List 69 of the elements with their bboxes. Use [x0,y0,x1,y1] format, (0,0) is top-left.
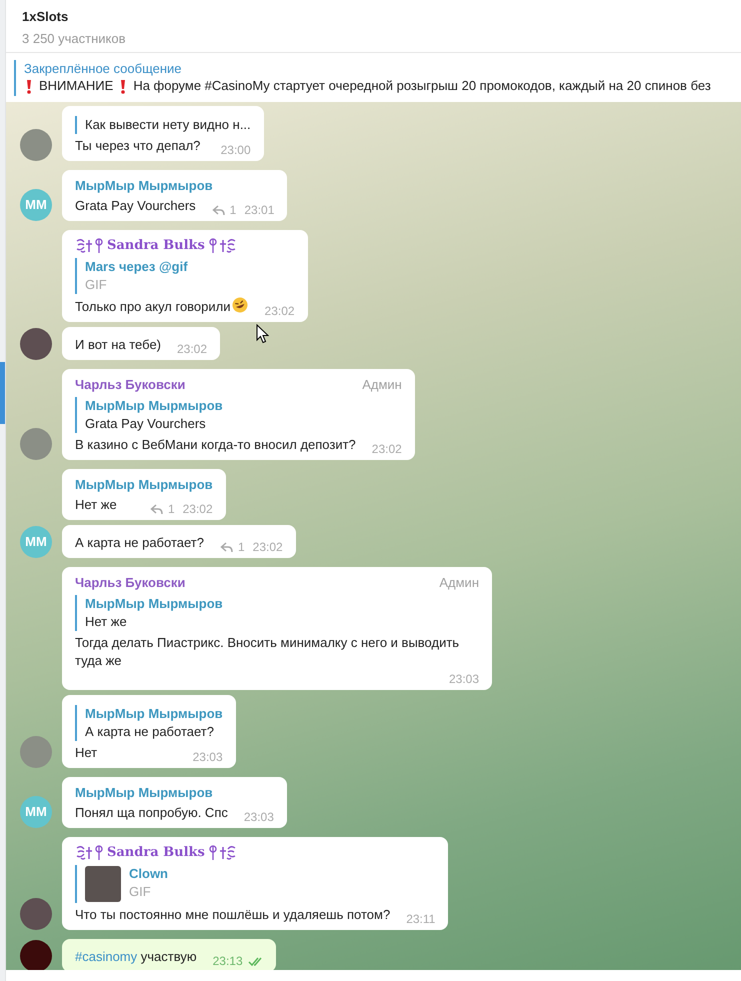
message-time: 23:02 [182,502,213,516]
avatar-photo[interactable] [20,940,52,970]
laughing-emoji-icon [232,297,249,314]
message-text: А карта не работает? [75,534,204,552]
sender-name[interactable]: Чарльз Буковски [75,376,186,394]
message-time: 23:00 [220,143,251,157]
sender-name[interactable]: МырМыр Мырмыров [75,476,213,494]
quoted-text: GIF [85,276,108,294]
sender-name[interactable]: Sandra Bulks [107,844,205,862]
message-text: Только про акул говорили [75,297,249,316]
quoted-text: Grata Pay Vourchers [85,415,207,433]
quoted-sender: МырМыр Мырмыров [85,595,223,613]
active-indicator [0,362,5,424]
avatar-photo[interactable] [20,898,52,930]
message-text: Тогда делать Пиастрикс. Вносить минималку с него и выводить туда же [75,634,460,670]
avatar[interactable]: MM [20,189,52,221]
avatar[interactable]: MM [20,526,52,558]
reply-count[interactable]: 1 [168,502,175,516]
member-count: 3 250 участников [22,30,127,48]
message-text: И вот на тебе) [75,336,161,354]
reply-arrow-icon [212,204,225,216]
pinned-title: Закреплённое сообщение [24,60,183,77]
reply-count[interactable]: 1 [238,540,245,554]
quoted-text: GIF [129,883,152,901]
ornament-icon [75,844,105,862]
message-time: 23:03 [244,810,274,824]
avatar[interactable]: MM [20,796,52,828]
message-text: Нет же [75,496,117,514]
reply-arrow-icon [220,541,233,553]
quoted-text: Как вывести нету видно н... [85,116,251,134]
message-time: 23:02 [264,304,295,318]
message-text: Что ты постоянно мне пошлёшь и удаляешь потом? [75,906,390,924]
message-time: 23:01 [244,203,274,217]
chat-title: 1xSlots [22,8,70,26]
sender-name[interactable]: Чарльз Буковски [75,574,186,592]
message-time: 23:03 [448,672,479,686]
reply-arrow-icon [150,503,163,515]
pinned-text: ВНИМАНИЕ [39,77,114,95]
ornament-icon [206,237,237,255]
message-text: В казино с ВебМани когда-то вносил депозит? [75,436,356,454]
avatar-photo[interactable] [20,328,52,360]
message-text: Нет [75,744,98,762]
sender-name[interactable]: МырМыр Мырмыров [75,177,213,195]
admin-label: Админ [439,574,479,592]
mouse-pointer-icon [256,324,269,344]
message-time: 23:03 [192,750,223,764]
message-time: 23:02 [252,540,283,554]
exclamation-icon [24,78,34,94]
message-time: 23:13 [212,954,243,968]
sender-name[interactable]: Sandra Bulks [107,237,205,255]
quoted-text: Нет же [85,613,128,631]
message-time: 23:02 [177,342,208,356]
message-time: 23:11 [406,912,436,926]
quoted-sender: Clown [129,865,168,883]
message-text: Grata Pay Vourchers [75,197,196,215]
message-text: Ты через что депал? [75,137,200,155]
quoted-sender: МырМыр Мырмыров [85,705,223,723]
quoted-sender: МырМыр Мырмыров [85,397,223,415]
message-time: 23:02 [372,442,402,456]
reply-count[interactable]: 1 [230,203,236,217]
quoted-text: А карта не работает? [85,723,215,741]
ornament-icon [75,237,105,255]
quoted-sender: Mars через @gif [85,258,188,276]
pinned-text: На форуме #CasinoMy стартует очередной розыгрыш 20 промокодов, каждый на 20 спинов без [133,77,711,95]
admin-label: Админ [362,376,402,394]
ornament-icon [206,844,237,862]
message-text: Понял ща попробую. Спс [75,804,228,822]
sender-name[interactable]: МырМыр Мырмыров [75,784,213,802]
message-text: #casinomy участвую [75,948,197,966]
